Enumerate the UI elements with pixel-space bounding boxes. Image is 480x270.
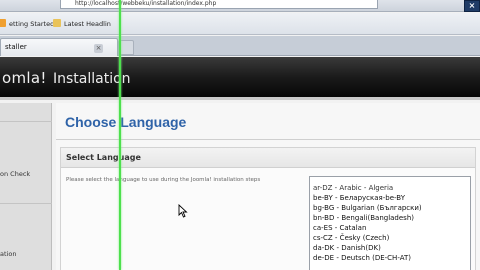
bookmark-label: Latest Headlin: [64, 20, 111, 28]
address-bar[interactable]: http://localhost/webbeku/installation/in…: [60, 0, 378, 9]
language-listbox[interactable]: ar-DZ - Arabic - Algeria be-BY - Беларус…: [309, 176, 471, 270]
bookmark-latest-headlines[interactable]: Latest Headlin: [53, 18, 111, 30]
select-language-panel: Select Language Please select the langua…: [60, 147, 476, 270]
language-option[interactable]: be-BY - Беларуская-be-BY: [313, 193, 470, 203]
language-option[interactable]: bg-BG - Bulgarian (Български): [313, 203, 470, 213]
language-option[interactable]: ar-DZ - Arabic - Algeria: [313, 183, 470, 193]
sidebar-step-installation: ation: [0, 250, 17, 258]
installer-header: omla! Installation: [0, 57, 480, 100]
language-option[interactable]: de-DE - Deutsch (DE-CH-AT): [313, 253, 470, 263]
language-option[interactable]: da-DK - Danish(DK): [313, 243, 470, 253]
language-option[interactable]: bn-BD - Bengali(Bangladesh): [313, 213, 470, 223]
joomla-logo: omla!: [2, 69, 47, 87]
sidebar-step-preinstall-check: on Check: [0, 170, 31, 178]
steps-sidebar: on Check ation: [0, 103, 52, 270]
window-close-button[interactable]: ×: [464, 0, 480, 12]
bookmarks-toolbar: etting Started Latest Headlin: [0, 13, 480, 35]
tab-close-icon[interactable]: ×: [94, 44, 103, 53]
sidebar-divider: [0, 121, 52, 122]
browser-tab[interactable]: staller ×: [0, 38, 118, 56]
tab-title: staller: [5, 43, 27, 51]
language-option[interactable]: ca-ES - Catalan: [313, 223, 470, 233]
mouse-cursor-icon: [178, 204, 188, 218]
page-icon: [53, 19, 61, 27]
panel-title: Select Language: [61, 148, 475, 168]
bookmark-getting-started[interactable]: etting Started: [0, 18, 54, 30]
bookmark-label: etting Started: [9, 20, 55, 28]
browser-address-row: http://localhost/webbeku/installation/in…: [0, 0, 480, 12]
page-title: Choose Language: [65, 114, 187, 130]
language-option[interactable]: cs-CZ - Česky (Czech): [313, 233, 470, 243]
instructions-text: Please select the language to use during…: [66, 177, 261, 183]
browser-tab-strip: staller ×: [0, 36, 480, 56]
feed-icon: [0, 19, 6, 27]
sidebar-divider: [0, 203, 52, 204]
close-icon: ×: [468, 1, 476, 10]
screen: http://localhost/webbeku/installation/in…: [0, 0, 480, 270]
screen-guide-line: [119, 0, 121, 270]
